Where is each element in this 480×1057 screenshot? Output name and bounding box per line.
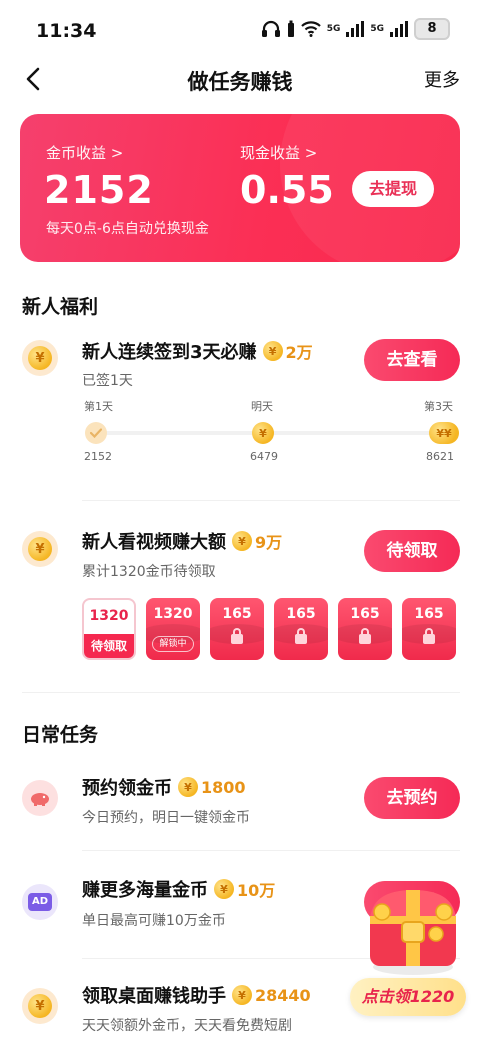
exchange-note: 每天0点-6点自动兑换现金 [46,221,209,237]
signin-view-button[interactable]: 去查看 [364,339,460,381]
red-packet[interactable]: 1320 待领取 [82,598,136,660]
day-value: 6479 [250,450,278,463]
daily-task-sub: 今日预约，明日一键领金币 [82,810,250,826]
video-reward: ¥ 9万 [232,529,282,553]
coin-icon: ¥ [214,879,234,899]
network-type-1: 5G [326,24,341,34]
more-button[interactable]: 更多 [424,66,460,92]
signin-reward: ¥ 2万 [262,339,313,363]
day-value: 8621 [426,450,454,463]
video-task-title: 新人看视频赚大额 ¥ 9万 [82,528,282,554]
daily-section-title: 日常任务 [22,724,99,746]
day-label: 第1天 [84,400,113,413]
daily-task-sub: 单日最高可赚10万金币 [82,913,226,929]
red-packet-tag: 待领取 [84,634,134,658]
coin-icon: ¥ [22,340,58,376]
nav-bar: 做任务赚钱 更多 [0,60,480,100]
video-claim-button[interactable]: 待领取 [364,530,460,572]
signin-task-title: 新人连续签到3天必赚 ¥ 2万 [82,338,313,364]
divider [82,850,460,851]
battery-indicator: 8 [414,18,450,40]
daily-task-reward: ¥ 10万 [214,877,275,901]
coin-earnings-value: 2152 [44,168,154,212]
red-packet[interactable]: 165 [402,598,456,660]
battery-saver-icon [287,20,294,37]
daily-task-reward: ¥ 1800 [178,777,246,797]
red-packet[interactable]: 165 [274,598,328,660]
red-packet-amount: 165 [286,606,316,622]
cash-earnings-value: 0.55 [240,168,334,212]
red-packet-amount: 165 [414,606,444,622]
lock-icon [231,628,243,644]
daily-task-reward-value: 28440 [255,985,311,1005]
coins-stack-icon: ¥¥ [429,422,459,444]
day-label: 明天 [251,400,273,413]
signal-icon [346,21,365,37]
daily-task-label: 预约领金币 [82,778,172,799]
signin-reward-value: 2万 [285,343,313,362]
cash-earnings-link[interactable]: 现金收益 > [240,142,317,163]
status-icons: 5G 5G 8 [261,18,450,40]
headphones-icon [261,20,280,37]
red-packet-amount: 1320 [153,606,193,622]
red-packet[interactable]: 165 [338,598,392,660]
status-time: 11:34 [36,20,97,42]
coin-icon: ¥ [232,985,252,1005]
daily-task-reward: ¥ 28440 [232,985,311,1005]
coin-icon: ¥ [22,988,58,1024]
lock-icon [423,628,435,644]
video-task-label: 新人看视频赚大额 [82,532,226,553]
divider [22,692,460,693]
signin-task-label: 新人连续签到3天必赚 [82,342,257,363]
coin-earnings-link[interactable]: 金币收益 > [46,142,123,163]
wifi-icon [300,21,321,37]
lock-icon [359,628,371,644]
daily-task-reward-value: 1800 [201,777,246,797]
signal-icon-2 [390,21,408,37]
withdraw-button[interactable]: 去提现 [352,171,434,207]
treasure-chest-icon[interactable] [358,872,468,982]
network-type-2: 5G [370,24,384,34]
red-packet-amount: 165 [222,606,252,622]
newbie-section-title: 新人福利 [22,296,99,318]
signin-task-sub: 已签1天 [82,373,133,389]
daily-task-label: 领取桌面赚钱助手 [82,986,226,1007]
lock-icon [295,628,307,644]
red-packet-amount: 1320 [89,608,129,624]
coin-icon: ¥ [22,531,58,567]
coin-icon: ¥ [178,777,198,797]
daily-task-reward-value: 10万 [237,881,276,900]
page-title: 做任务赚钱 [187,70,293,94]
ad-icon: AD [22,884,58,920]
red-packet-tag: 解锁中 [152,636,194,652]
daily-task-title: 赚更多海量金币 ¥ 10万 [82,876,275,902]
coin-icon: ¥ [252,422,274,444]
piggy-bank-icon [22,780,58,816]
earnings-card: 金币收益 > 2152 现金收益 > 0.55 去提现 每天0点-6点自动兑换现… [20,114,460,262]
day-label: 第3天 [424,400,453,413]
daily-task-sub: 天天领额外金币，天天看免费短剧 [82,1018,292,1034]
coin-icon: ¥ [262,341,283,361]
daily-task-title: 领取桌面赚钱助手 ¥ 28440 [82,982,311,1008]
daily-task-title: 预约领金币 ¥ 1800 [82,774,246,800]
red-packet-amount: 165 [350,606,380,622]
red-packet[interactable]: 1320 解锁中 [146,598,200,660]
status-bar: 11:34 5G 5G 8 [0,0,480,60]
check-icon [85,422,107,444]
reserve-button[interactable]: 去预约 [364,777,460,819]
claim-chest-button[interactable]: 点击领1220 [350,978,466,1016]
video-task-sub: 累计1320金币待领取 [82,564,216,580]
day-value: 2152 [84,450,112,463]
divider [82,500,460,501]
video-reward-value: 9万 [255,533,283,552]
coin-icon: ¥ [232,531,252,551]
red-packet[interactable]: 165 [210,598,264,660]
daily-task-label: 赚更多海量金币 [82,880,208,901]
